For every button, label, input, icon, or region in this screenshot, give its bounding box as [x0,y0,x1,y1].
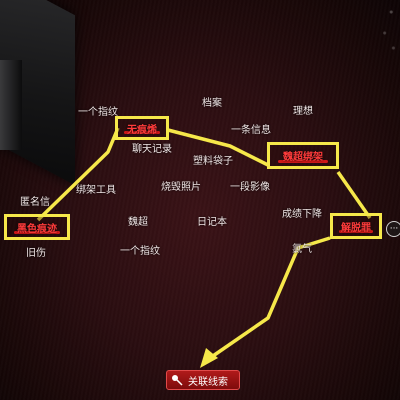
clue-word[interactable]: 绑架工具 [76,181,116,196]
clue-word[interactable]: 一个指纹 [120,242,160,257]
clue-word[interactable]: 理想 [293,102,313,117]
selected-clue-label: 魏超绑架 [283,152,323,163]
clue-word[interactable]: 塑料袋子 [193,152,233,167]
selected-clue-label: 无痕烯 [127,124,157,136]
selected-clue-box[interactable]: 解脱罪 [330,213,382,239]
pin-icon [172,375,183,386]
clue-word[interactable]: 一条信息 [231,121,271,136]
selected-clue-box[interactable]: 无痕烯 [115,116,169,140]
clue-word[interactable]: 魏超 [128,213,148,228]
more-options-button[interactable]: ··· [386,221,400,237]
clue-word[interactable]: 档案 [202,94,222,109]
clue-word[interactable]: 日记本 [197,213,227,228]
clue-word[interactable]: 匿名信 [20,193,50,208]
link-clues-button[interactable]: 关联线索 [166,370,240,390]
arrow-head [200,348,218,368]
selected-clue-label: 解脱罪 [341,222,371,234]
selected-clue-box[interactable]: 魏超绑架 [267,142,339,169]
clue-word[interactable]: 氯气 [292,240,312,255]
clue-word[interactable]: 一个指纹 [78,103,118,118]
sparkle-decoration [378,0,400,60]
clue-word[interactable]: 聊天记录 [132,140,172,155]
clue-word[interactable]: 旧伤 [26,244,46,259]
clue-word[interactable]: 一段影像 [230,178,270,193]
investigation-board: 一个指纹 档案 理想 一条信息 聊天记录 塑料袋子 匿名信 绑架工具 烧毁照片 … [0,0,400,400]
wall-edge [0,60,22,150]
selected-clue-box[interactable]: 黑色痕迹 [4,214,70,240]
clue-word[interactable]: 烧毁照片 [161,178,201,193]
clue-word[interactable]: 成绩下降 [282,205,322,220]
link-clues-label: 关联线索 [188,376,228,388]
selected-clue-label: 黑色痕迹 [17,223,57,235]
